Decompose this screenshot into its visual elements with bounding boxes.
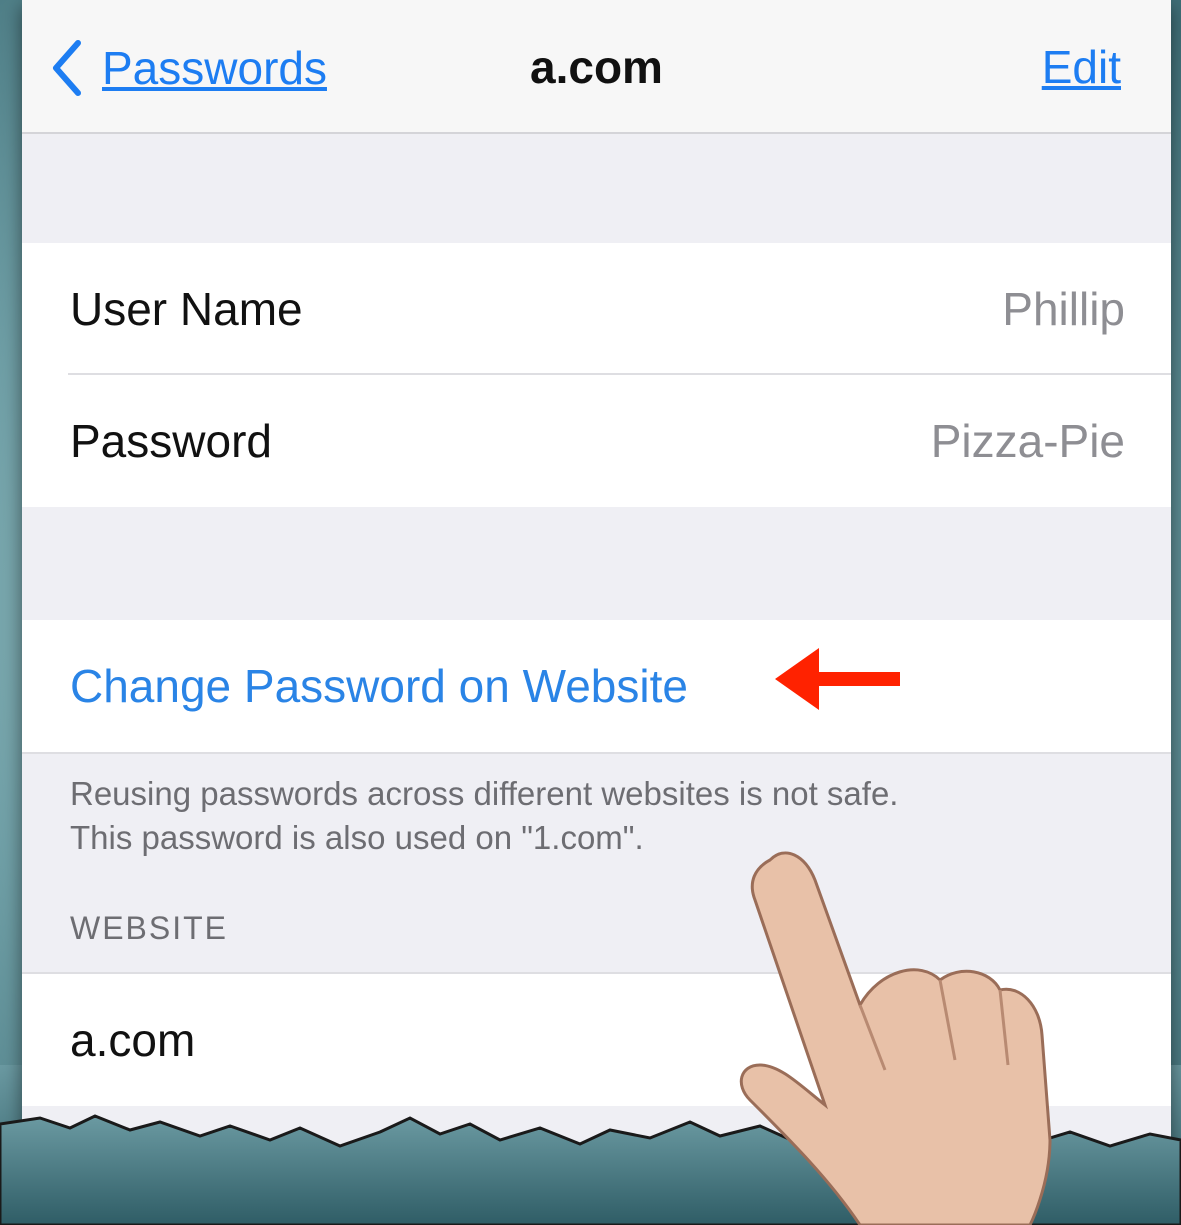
navigation-bar: Passwords a.com Edit	[22, 0, 1171, 134]
password-label: Password	[70, 415, 272, 467]
page-title: a.com	[530, 41, 663, 93]
password-row[interactable]: Password Pizza-Pie	[22, 375, 1171, 507]
username-row[interactable]: User Name Phillip	[22, 243, 1171, 375]
change-password-label: Change Password on Website	[70, 660, 688, 712]
change-password-button[interactable]: Change Password on Website	[22, 620, 1171, 752]
credentials-group: User Name Phillip Password Pizza-Pie	[22, 243, 1171, 507]
edit-button[interactable]: Edit	[1042, 40, 1121, 94]
pointing-hand-icon	[739, 851, 1052, 1225]
website-value: a.com	[70, 1014, 196, 1066]
reuse-warning-line1: Reusing passwords across different websi…	[70, 775, 899, 812]
password-value: Pizza-Pie	[930, 415, 1125, 467]
red-arrow-icon	[775, 648, 900, 710]
username-label: User Name	[70, 283, 303, 335]
website-section-header: WEBSITE	[70, 910, 229, 946]
actions-group: Change Password on Website	[22, 620, 1171, 754]
username-value: Phillip	[1002, 283, 1125, 335]
